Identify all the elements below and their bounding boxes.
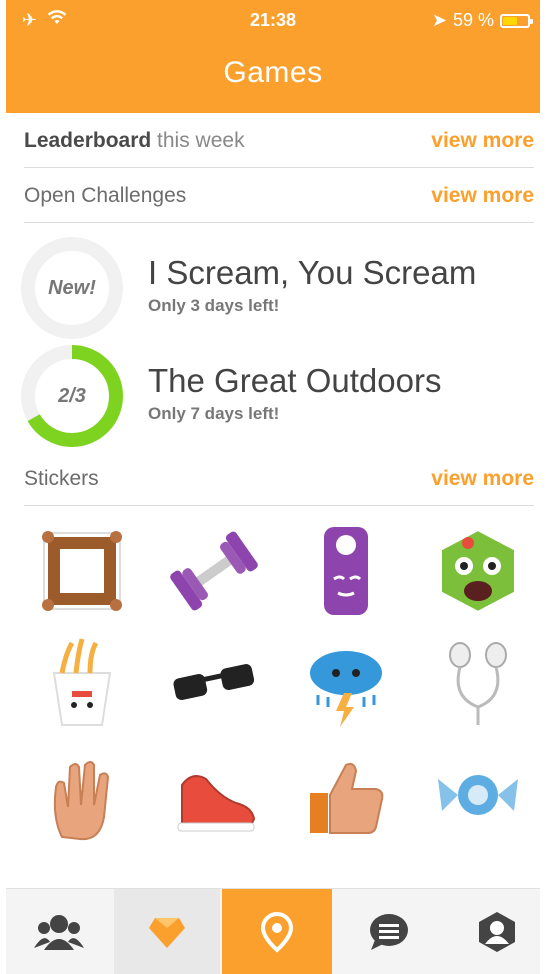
noodle-box-icon[interactable] — [32, 633, 132, 733]
tab-profile[interactable] — [444, 889, 546, 974]
friends-icon — [34, 914, 84, 950]
diamond-icon — [149, 917, 185, 948]
tab-bar — [6, 888, 540, 974]
header: ✈ 21:38 ➤ 59 % Games — [6, 0, 540, 113]
tab-games[interactable] — [222, 889, 332, 974]
stickers-row[interactable]: Stickers view more — [24, 452, 534, 506]
leaderboard-row[interactable]: Leaderboard this week view more — [24, 114, 534, 168]
sunglasses-icon[interactable] — [164, 633, 264, 733]
battery-icon — [500, 13, 533, 28]
divider — [24, 505, 534, 506]
earphones-icon[interactable] — [428, 633, 528, 733]
status-bar: ✈ 21:38 ➤ 59 % — [6, 10, 540, 34]
leaderboard-title: Leaderboard — [24, 129, 152, 152]
leaderboard-label: Leaderboard this week — [24, 129, 245, 153]
challenge-title: The Great Outdoors — [148, 362, 442, 399]
open-challenges-view-more[interactable]: view more — [431, 184, 534, 208]
challenge-title: I Scream, You Scream — [148, 254, 477, 291]
leaderboard-subtitle: this week — [157, 129, 245, 152]
dumbbell-icon[interactable] — [164, 521, 264, 621]
battery-percent: 59 % — [452, 10, 494, 30]
waving-hand-icon[interactable] — [32, 745, 132, 845]
thumbs-up-icon[interactable] — [296, 745, 396, 845]
sticker-grid — [24, 515, 534, 845]
stickers-view-more[interactable]: view more — [431, 467, 534, 491]
challenge-badge: New! — [48, 276, 96, 299]
zombie-face-icon[interactable] — [428, 521, 528, 621]
door-hanger-icon[interactable] — [296, 521, 396, 621]
tab-achievements[interactable] — [114, 889, 220, 974]
divider — [24, 222, 534, 223]
challenge-item[interactable]: New! I Scream, You Scream Only 3 days le… — [20, 236, 534, 340]
leaderboard-view-more[interactable]: view more — [431, 129, 534, 153]
tab-chat[interactable] — [336, 889, 442, 974]
location-arrow-icon: ➤ — [431, 10, 447, 30]
open-challenges-row[interactable]: Open Challenges view more — [24, 169, 534, 223]
picture-frame-icon[interactable] — [32, 521, 132, 621]
stickers-label: Stickers — [24, 467, 99, 490]
challenge-subtitle: Only 7 days left! — [148, 404, 280, 423]
location-icon — [260, 911, 294, 953]
chat-icon — [370, 913, 408, 950]
candy-icon[interactable] — [428, 745, 528, 845]
challenge-subtitle: Only 3 days left! — [148, 296, 280, 315]
profile-icon — [479, 911, 515, 952]
page-title: Games — [223, 56, 323, 89]
challenge-item[interactable]: 2/3 The Great Outdoors Only 7 days left! — [20, 344, 534, 448]
open-challenges-label: Open Challenges — [24, 184, 187, 207]
divider — [24, 167, 534, 168]
challenge-badge: 2/3 — [58, 384, 86, 407]
status-right: ➤ 59 % — [431, 10, 533, 31]
storm-cloud-icon[interactable] — [296, 633, 396, 733]
sneaker-icon[interactable] — [164, 745, 264, 845]
tab-friends[interactable] — [6, 889, 112, 974]
